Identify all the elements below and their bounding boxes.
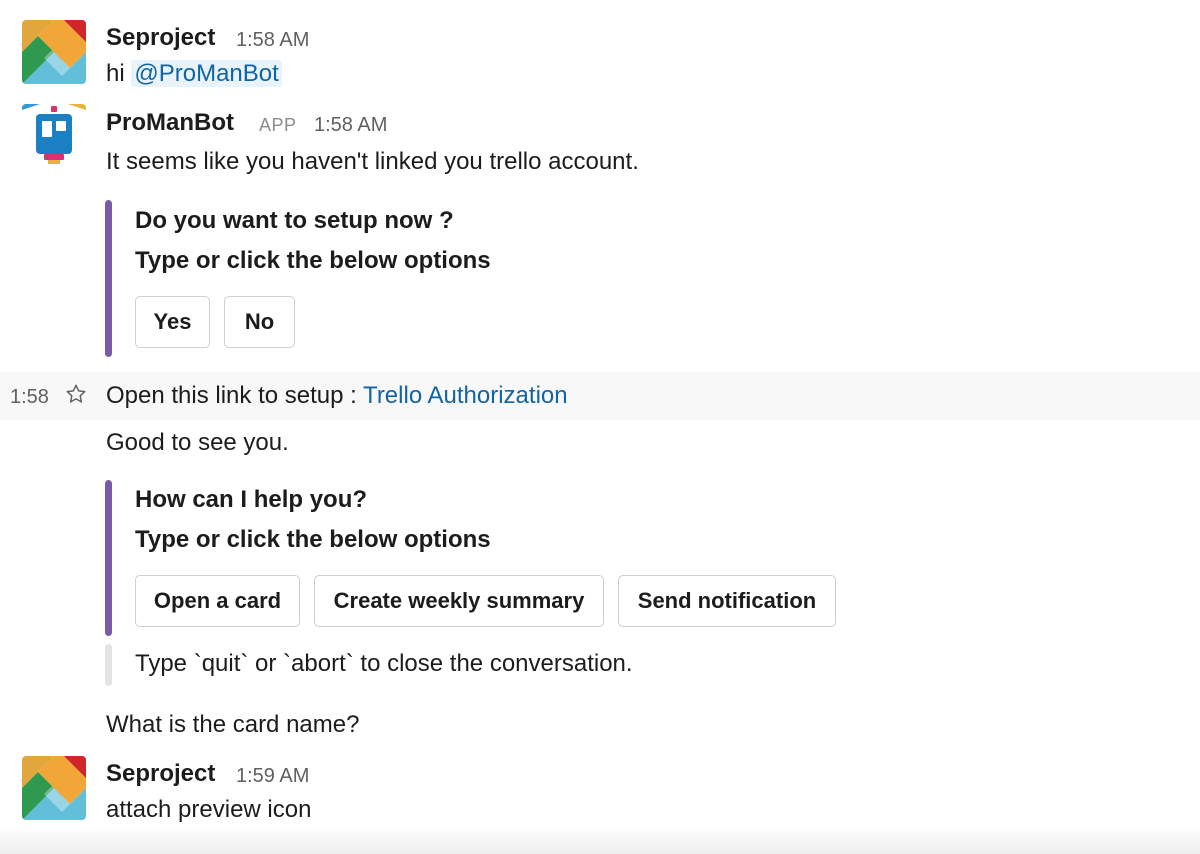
yes-button[interactable]: Yes (135, 296, 210, 348)
attachment-subtitle: Type or click the below options (135, 247, 491, 274)
hover-timestamp[interactable]: 1:58 (10, 386, 49, 409)
message-text-prefix: hi (106, 60, 132, 87)
message-text: What is the card name? (106, 711, 360, 738)
seproject-avatar-icon[interactable] (22, 20, 86, 84)
attachment-footer: Type `quit` or `abort` to close the conv… (135, 650, 633, 677)
message-text-prefix: Open this link to setup : (106, 382, 364, 409)
open-a-card-button[interactable]: Open a card (135, 575, 300, 627)
message-text: Open this link to setup : Trello Authori… (106, 382, 568, 410)
trello-authorization-link[interactable]: Trello Authorization (363, 382, 568, 409)
message-timestamp[interactable]: 1:58 AM (314, 114, 387, 137)
app-badge: APP (259, 115, 297, 135)
star-icon[interactable] (65, 383, 87, 411)
message-text: attach preview icon (106, 796, 312, 823)
message-text: It seems like you haven't linked you tre… (106, 148, 639, 175)
message-text: hi @ProManBot (106, 60, 282, 88)
create-weekly-summary-button[interactable]: Create weekly summary (314, 575, 604, 627)
message-sender[interactable]: ProManBot (106, 109, 234, 137)
message-timestamp[interactable]: 1:59 AM (236, 765, 309, 788)
send-notification-button[interactable]: Send notification (618, 575, 836, 627)
bottom-shadow (0, 826, 1200, 854)
footer-bar (105, 644, 112, 686)
message-timestamp[interactable]: 1:58 AM (236, 29, 309, 52)
attachment-title: Do you want to setup now ? (135, 207, 454, 234)
seproject-avatar-icon[interactable] (22, 756, 86, 820)
message-sender[interactable]: Seproject (106, 760, 215, 788)
message-sender[interactable]: Seproject (106, 24, 215, 52)
attachment-bar (105, 480, 112, 636)
message-text: Good to see you. (106, 429, 289, 456)
promanbot-avatar-icon[interactable] (22, 104, 86, 168)
attachment-title: How can I help you? (135, 486, 368, 513)
attachment-subtitle: Type or click the below options (135, 526, 491, 553)
mention-promanbot[interactable]: @ProManBot (131, 60, 282, 87)
attachment-bar (105, 200, 112, 357)
no-button[interactable]: No (224, 296, 295, 348)
